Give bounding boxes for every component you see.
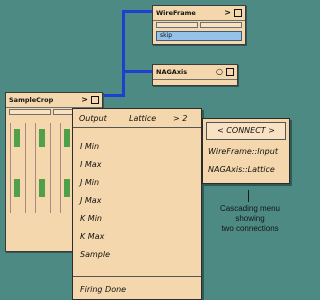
nagaxis-module[interactable]: NAGAxis ○ bbox=[152, 64, 238, 86]
menu-lattice-label: Lattice bbox=[129, 113, 157, 123]
module-title: SampleCrop bbox=[9, 96, 54, 104]
menu-output-label: Output bbox=[79, 113, 107, 123]
slider-marker[interactable] bbox=[64, 179, 70, 197]
figure-caption: Cascading menu showing two connections bbox=[204, 204, 296, 234]
port-bar bbox=[153, 21, 245, 29]
wireframe-titlebar[interactable]: WireFrame > bbox=[153, 6, 245, 21]
port-menu[interactable]: Output Lattice > 2 I Min I Max J Min J M… bbox=[72, 108, 202, 300]
slider-marker[interactable] bbox=[14, 129, 20, 147]
wire-segment bbox=[122, 10, 154, 13]
module-title: NAGAxis bbox=[156, 68, 188, 76]
slider-marker[interactable] bbox=[39, 179, 45, 197]
slider-marker[interactable] bbox=[39, 129, 45, 147]
connect-menu[interactable]: < CONNECT > WireFrame::Input NAGAxis::La… bbox=[202, 118, 290, 184]
menu-divider bbox=[73, 276, 201, 277]
expand-arrow-icon[interactable]: > bbox=[81, 96, 88, 104]
menu-item-i-max[interactable]: I Max bbox=[73, 156, 201, 174]
parameter-columns bbox=[10, 123, 76, 213]
menu-item-firing-done[interactable]: Firing Done bbox=[73, 281, 201, 299]
connection-item-wireframe-input[interactable]: WireFrame::Input bbox=[203, 143, 289, 161]
caption-line: two connections bbox=[221, 224, 279, 233]
menu-item-k-max[interactable]: K Max bbox=[73, 228, 201, 246]
module-title: WireFrame bbox=[156, 9, 196, 17]
menu-item-j-min[interactable]: J Min bbox=[73, 174, 201, 192]
menu-item-i-min[interactable]: I Min bbox=[73, 138, 201, 156]
wire-segment bbox=[122, 70, 154, 73]
menu-item-sample[interactable]: Sample bbox=[73, 246, 201, 264]
parameter-field[interactable]: skip bbox=[156, 31, 242, 41]
menu-item-k-min[interactable]: K Min bbox=[73, 210, 201, 228]
slider-marker[interactable] bbox=[14, 179, 20, 197]
caption-line: showing bbox=[235, 214, 265, 223]
samplecrop-titlebar[interactable]: SampleCrop > bbox=[6, 93, 102, 108]
submenu-arrow[interactable]: > 2 bbox=[173, 114, 187, 123]
nagaxis-titlebar[interactable]: NAGAxis ○ bbox=[153, 65, 237, 80]
input-port[interactable] bbox=[156, 22, 198, 28]
circle-button-icon[interactable]: ○ bbox=[216, 68, 223, 76]
caption-line: Cascading menu bbox=[219, 204, 281, 213]
connection-item-nagaxis-lattice[interactable]: NAGAxis::Lattice bbox=[203, 161, 289, 179]
menu-item-j-max[interactable]: J Max bbox=[73, 192, 201, 210]
wire-segment bbox=[100, 94, 125, 97]
close-box-icon[interactable] bbox=[234, 9, 242, 17]
close-box-icon[interactable] bbox=[91, 96, 99, 104]
expand-arrow-icon[interactable]: > bbox=[224, 9, 231, 17]
output-port[interactable] bbox=[9, 109, 51, 115]
input-port[interactable] bbox=[200, 22, 242, 28]
slider-marker[interactable] bbox=[64, 129, 70, 147]
slider-column[interactable] bbox=[35, 123, 51, 213]
wireframe-module[interactable]: WireFrame > skip bbox=[152, 5, 246, 45]
close-box-icon[interactable] bbox=[226, 68, 234, 76]
caption-pointer-line bbox=[248, 190, 249, 202]
wire-segment bbox=[122, 10, 125, 96]
port-menu-header[interactable]: Output Lattice > 2 bbox=[73, 109, 201, 128]
slider-column[interactable] bbox=[10, 123, 26, 213]
connect-menu-header: < CONNECT > bbox=[206, 122, 286, 140]
